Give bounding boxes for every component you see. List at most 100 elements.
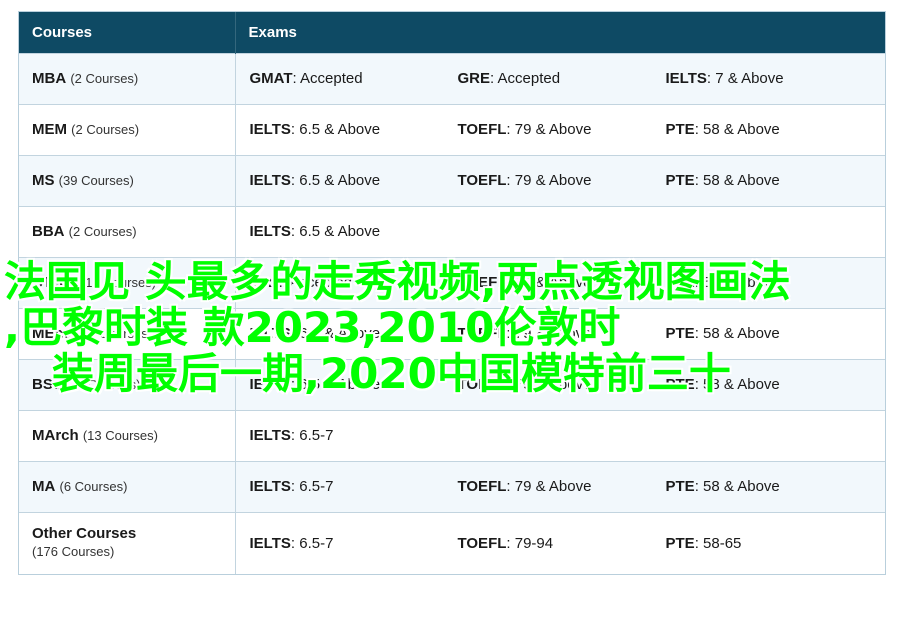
course-name: BTech	[32, 273, 77, 291]
course-name: BBA	[32, 222, 65, 240]
course-cell: MEM (2 Courses)	[19, 103, 236, 155]
exam-score: : 58 & Above	[694, 121, 780, 138]
exam-requirement: GRE: Accepted	[458, 70, 666, 87]
exam-requirement: TOEFL: 79 & Above	[458, 121, 666, 138]
table-header-row: Courses Exams	[19, 12, 885, 53]
exam-requirement: IELTS: 6.5 & Above	[250, 223, 458, 240]
exam-requirement: PTE: 58 & Above	[666, 325, 874, 342]
exam-score: : 6.5-7	[290, 478, 334, 495]
exam-requirement: IELTS: 6.5 & Above	[250, 172, 458, 189]
exam-score: : 58 & Above	[694, 325, 780, 342]
course-count: (13 Courses)	[82, 427, 158, 443]
exam-score: : 79 & Above	[506, 121, 592, 138]
exam-name: GMAT	[249, 70, 293, 87]
exam-score: : 58 & Above	[694, 172, 780, 189]
exam-requirement: IELTS: 6.5 & Above	[250, 121, 458, 138]
exam-requirement: PTE: 58 & Above	[666, 172, 874, 189]
exam-score: : 6.5 & Above	[290, 172, 381, 189]
exam-requirement: TOEFL: 79-94	[458, 535, 666, 552]
exam-score: : 6.5-7	[290, 534, 334, 552]
course-cell: MArch (13 Courses)	[19, 409, 236, 461]
exam-requirement: TOEFL: 79 & Above	[458, 172, 666, 189]
table-row: MEng (24 Courses) IELTS: 6.5 & Above TOEFL…	[19, 307, 885, 359]
table-row: BSc (33 Courses) IELTS: 6.5 & Above TOEFL:…	[19, 358, 885, 410]
exam-name: PTE	[665, 325, 695, 342]
course-name: Other Courses	[32, 525, 137, 543]
course-cell: MA (6 Courses)	[19, 460, 236, 512]
course-cell: MS (39 Courses)	[19, 154, 236, 206]
exam-score: : 58-65	[694, 534, 742, 552]
course-count: (2 Courses)	[70, 70, 139, 86]
exam-name: TOEFL	[457, 534, 507, 552]
exam-score: : 79 & Above	[506, 478, 592, 495]
exam-score: : Accepted	[292, 70, 363, 87]
exam-name: TOEFL	[457, 172, 507, 189]
table-row: MEM (2 Courses) IELTS: 6.5 & Above TOEFL: …	[19, 103, 885, 155]
exam-requirement: GMAT: Accepted	[250, 70, 458, 87]
exam-score: : 79 & Above	[506, 274, 592, 291]
course-name: MEM	[32, 120, 67, 138]
exams-cell: IELTS: 6.5 & Above TOEFL: 79 & Above PTE: …	[235, 154, 885, 206]
exam-name: PTE	[665, 172, 695, 189]
exam-name: TOEFL	[457, 376, 507, 393]
exam-name: IELTS	[249, 223, 291, 240]
exam-score: : 6.5 & Above	[290, 121, 381, 138]
exam-name: IELTS	[249, 172, 291, 189]
exam-name: IELTS	[249, 478, 291, 495]
course-cell: MEng (24 Courses)	[19, 307, 236, 359]
course-cell: Other Courses (176 Courses)	[19, 511, 236, 574]
exam-requirement: GRE: Accepted	[250, 274, 458, 291]
exam-name: PTE	[665, 121, 695, 138]
exam-requirement: TOEFL: 79 & Above	[458, 325, 666, 342]
exam-requirement: TOEFL: 79 & Above	[458, 376, 666, 393]
exam-name: TOEFL	[457, 274, 507, 291]
exam-name: IELTS	[249, 325, 291, 342]
exam-requirement: PTE: 58-65	[666, 535, 874, 552]
exam-name: IELTS	[249, 427, 291, 444]
course-count: (6 Courses)	[59, 478, 128, 494]
course-name: MArch	[32, 426, 79, 444]
exam-name: TOEFL	[457, 121, 507, 138]
exam-score: : 6.5 & Above	[290, 376, 381, 393]
exam-name: PTE	[665, 534, 695, 552]
exam-score: : Accepted	[282, 274, 353, 291]
exam-name: TOEFL	[457, 325, 507, 342]
exam-name: GRE	[457, 70, 491, 87]
exam-requirement: IELTS: 6.5 & Above	[250, 376, 458, 393]
course-cell: BSc (33 Courses)	[19, 358, 236, 410]
exam-requirement: IELTS: 7 & Above	[666, 70, 874, 87]
table-row: BTech (17 Courses) GRE: Accepted TOEFL: 79…	[19, 256, 885, 308]
exams-cell: IELTS: 6.5 & Above TOEFL: 79 & Above PTE: …	[235, 103, 885, 155]
exam-requirement: IELTS: 6.5-7	[250, 427, 458, 444]
table-row: MBA (2 Courses) GMAT: Accepted GRE: Accept…	[19, 52, 885, 104]
exam-score: : 79 & Above	[506, 325, 592, 342]
exam-name: IELTS	[249, 534, 291, 552]
exam-score: : 6.5 & Above	[290, 223, 381, 240]
course-name: MEng	[32, 324, 73, 342]
exam-name: GRE	[249, 274, 283, 291]
exam-score: : 58 & Above	[694, 274, 780, 291]
course-count: (24 Courses)	[77, 325, 153, 341]
course-name: MA	[32, 477, 56, 495]
exam-requirement: IELTS: 6.5-7	[250, 478, 458, 495]
course-count: (176 Courses)	[32, 544, 115, 560]
exams-cell: IELTS: 6.5 & Above	[235, 205, 885, 257]
course-name: BSc	[32, 375, 62, 393]
exam-score: : 6.5-7	[290, 427, 334, 444]
table-row: MArch (13 Courses) IELTS: 6.5-7	[19, 409, 885, 461]
exam-requirement: TOEFL: 79 & Above	[458, 478, 666, 495]
table-row: Other Courses (176 Courses) IELTS: 6.5-7 T…	[19, 511, 885, 574]
exam-score: : 79 & Above	[506, 376, 592, 393]
table-row: MA (6 Courses) IELTS: 6.5-7 TOEFL: 79 & Ab…	[19, 460, 885, 512]
exam-score: : 7 & Above	[706, 70, 784, 87]
exam-score: : 6.5 & Above	[290, 325, 381, 342]
exam-name: PTE	[665, 376, 695, 393]
exam-name: PTE	[665, 478, 695, 495]
exam-requirement: PTE: 58 & Above	[666, 376, 874, 393]
exams-cell: GRE: Accepted TOEFL: 79 & Above PTE: 58 & …	[235, 256, 885, 308]
course-name: MS	[32, 171, 55, 189]
exam-requirement: IELTS: 6.5-7	[250, 535, 458, 552]
exams-cell: IELTS: 6.5 & Above TOEFL: 79 & Above PTE: …	[235, 307, 885, 359]
exams-cell: IELTS: 6.5-7 TOEFL: 79-94 PTE: 58-65	[235, 511, 885, 574]
exam-name: IELTS	[249, 376, 291, 393]
